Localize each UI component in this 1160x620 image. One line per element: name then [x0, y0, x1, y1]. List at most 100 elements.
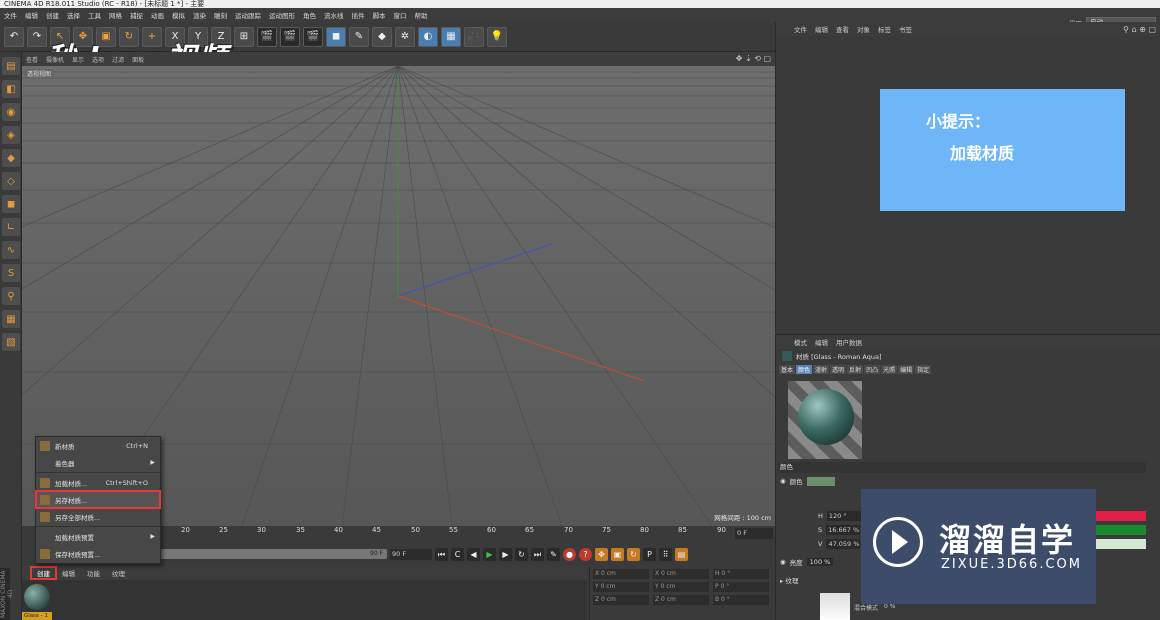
- keyframe-icon[interactable]: ✎: [547, 547, 560, 561]
- points-mode-icon[interactable]: ◆: [2, 149, 20, 167]
- layers-icon[interactable]: ▧: [2, 333, 20, 351]
- brightness-field[interactable]: 100 %: [806, 558, 834, 566]
- hue-field[interactable]: 120 °: [826, 511, 861, 521]
- array-icon[interactable]: ✲: [395, 26, 415, 47]
- undo-icon[interactable]: ↶: [4, 26, 24, 47]
- material-menu-edit[interactable]: 编辑: [57, 568, 80, 578]
- menu-render[interactable]: 渲染: [189, 10, 210, 20]
- key-pla-icon[interactable]: ⠿: [659, 547, 672, 561]
- position-y-field[interactable]: Y 0 cm: [593, 582, 649, 592]
- tab-transparency[interactable]: 透明: [830, 364, 847, 374]
- render-picture-viewer-icon[interactable]: 🎬: [280, 26, 300, 47]
- om-menu-bookmarks[interactable]: 书签: [895, 24, 916, 34]
- goto-start-icon[interactable]: ⏮: [435, 547, 448, 561]
- color-swatch[interactable]: [806, 476, 835, 486]
- menu-item-save-material[interactable]: 另存材质...: [35, 490, 161, 509]
- record-icon[interactable]: ●: [563, 547, 576, 561]
- material-menu-function[interactable]: 功能: [82, 568, 105, 578]
- tweak-icon[interactable]: ∿: [2, 241, 20, 259]
- menu-mograph[interactable]: 运动图形: [265, 10, 299, 20]
- om-menu-view[interactable]: 查看: [832, 24, 853, 34]
- render-view-icon[interactable]: 🎬: [257, 26, 277, 47]
- material-name[interactable]: Glass - 1: [22, 612, 52, 620]
- material-thumbnail[interactable]: [24, 584, 50, 610]
- key-rotation-icon[interactable]: ↻: [627, 547, 640, 561]
- polygons-mode-icon[interactable]: ◼: [2, 195, 20, 213]
- menu-select[interactable]: 选择: [63, 10, 84, 20]
- current-frame-field[interactable]: 0 F: [735, 528, 773, 539]
- om-menu-edit[interactable]: 编辑: [811, 24, 832, 34]
- radio-icon[interactable]: ◉: [780, 477, 786, 485]
- camera-icon[interactable]: 🎥: [464, 26, 484, 47]
- key-scale-icon[interactable]: ▣: [611, 547, 624, 561]
- render-settings-icon[interactable]: 🎬: [303, 26, 323, 47]
- tab-basic[interactable]: 基本: [779, 364, 796, 374]
- pen-icon[interactable]: ✎: [349, 26, 369, 47]
- play-icon[interactable]: ▶: [483, 547, 496, 561]
- key-param-icon[interactable]: P: [643, 547, 656, 561]
- tab-editor[interactable]: 编辑: [898, 364, 915, 374]
- prev-frame-icon[interactable]: ◀: [467, 547, 480, 561]
- menu-character[interactable]: 角色: [299, 10, 320, 20]
- menu-item-load-material[interactable]: 加载材质... Ctrl+Shift+O: [36, 474, 160, 491]
- menu-item-shader[interactable]: 着色器 ▶: [36, 454, 160, 471]
- light-icon[interactable]: 💡: [487, 26, 507, 47]
- subdivision-icon[interactable]: ◆: [372, 26, 392, 47]
- menu-snap[interactable]: 捕捉: [126, 10, 147, 20]
- viewport-menu-display[interactable]: 显示: [68, 55, 88, 64]
- viewport-menu-camera[interactable]: 摄像机: [42, 55, 68, 64]
- saturation-field[interactable]: 16.667 %: [826, 525, 861, 535]
- om-menu-file[interactable]: 文件: [790, 24, 811, 34]
- floor-icon[interactable]: ▦: [441, 26, 461, 47]
- menu-pipeline[interactable]: 流水线: [320, 10, 348, 20]
- axis-mode-icon[interactable]: ∟: [2, 218, 20, 236]
- rotation-h-field[interactable]: H 0 °: [713, 569, 769, 579]
- menu-item-new-material[interactable]: 新材质 Ctrl+N: [36, 437, 160, 454]
- timeline-ruler[interactable]: 0 5 10 15 20 25 30 35 40 45 50 55 60 65 …: [37, 526, 737, 540]
- workplane-icon[interactable]: ◈: [2, 126, 20, 144]
- position-x-field[interactable]: X 0 cm: [593, 569, 649, 579]
- menu-item-save-all-materials[interactable]: 另存全部材质...: [36, 508, 160, 525]
- timeline-menu-icon[interactable]: ▤: [675, 547, 688, 561]
- snap-icon[interactable]: S: [2, 264, 20, 282]
- menu-create[interactable]: 创建: [42, 10, 63, 20]
- tab-color[interactable]: 颜色: [796, 364, 813, 374]
- next-key-icon[interactable]: ↻: [515, 547, 528, 561]
- tab-illumination[interactable]: 光照: [881, 364, 898, 374]
- material-preview[interactable]: [788, 381, 862, 459]
- expand-arrow-icon[interactable]: ▸: [780, 577, 783, 585]
- key-position-icon[interactable]: ✥: [595, 547, 608, 561]
- edges-mode-icon[interactable]: ◇: [2, 172, 20, 190]
- cube-icon[interactable]: ◼: [326, 26, 346, 47]
- next-frame-icon[interactable]: ▶: [499, 547, 512, 561]
- menu-item-save-material-preset[interactable]: 保存材质预置...: [36, 545, 160, 562]
- end-frame-field[interactable]: 90 F: [390, 548, 432, 560]
- lock-icon[interactable]: ⚲: [2, 287, 20, 305]
- menu-item-load-material-preset[interactable]: 加载材质预置 ▶: [36, 528, 160, 545]
- rotation-p-field[interactable]: P 0 °: [713, 582, 769, 592]
- om-menu-objects[interactable]: 对象: [853, 24, 874, 34]
- menu-simulate[interactable]: 模拟: [168, 10, 189, 20]
- menu-plugins[interactable]: 插件: [348, 10, 369, 20]
- object-manager-icons[interactable]: ⚲ ⌂ ⊕ ▢: [1123, 25, 1156, 34]
- coordinate-system-icon[interactable]: ⊞: [234, 26, 254, 47]
- attr-menu-edit[interactable]: 编辑: [811, 337, 832, 347]
- position-z-field[interactable]: Z 0 cm: [593, 595, 649, 605]
- grid-icon[interactable]: ▦: [2, 310, 20, 328]
- menu-animate[interactable]: 动画: [147, 10, 168, 20]
- om-menu-tags[interactable]: 标签: [874, 24, 895, 34]
- menu-sculpt[interactable]: 雕刻: [210, 10, 231, 20]
- mix-value[interactable]: 0 %: [884, 603, 895, 612]
- viewport-menu-filter[interactable]: 过滤: [108, 55, 128, 64]
- attr-menu-user-data[interactable]: 用户数据: [832, 337, 866, 347]
- menu-tools[interactable]: 工具: [84, 10, 105, 20]
- viewport-menu-options[interactable]: 选项: [88, 55, 108, 64]
- viewport-nav-icons[interactable]: ✥ ⇣ ⟲ ▢: [736, 54, 771, 63]
- viewport-menu-view[interactable]: 查看: [22, 55, 42, 64]
- frame-range-slider[interactable]: 90 F: [157, 549, 387, 559]
- tab-reflectance[interactable]: 反射: [847, 364, 864, 374]
- menu-help[interactable]: 帮助: [411, 10, 432, 20]
- size-x-field[interactable]: X 0 cm: [653, 569, 709, 579]
- menu-motion-tracking[interactable]: 运动跟踪: [231, 10, 265, 20]
- rotation-b-field[interactable]: B 0 °: [713, 595, 769, 605]
